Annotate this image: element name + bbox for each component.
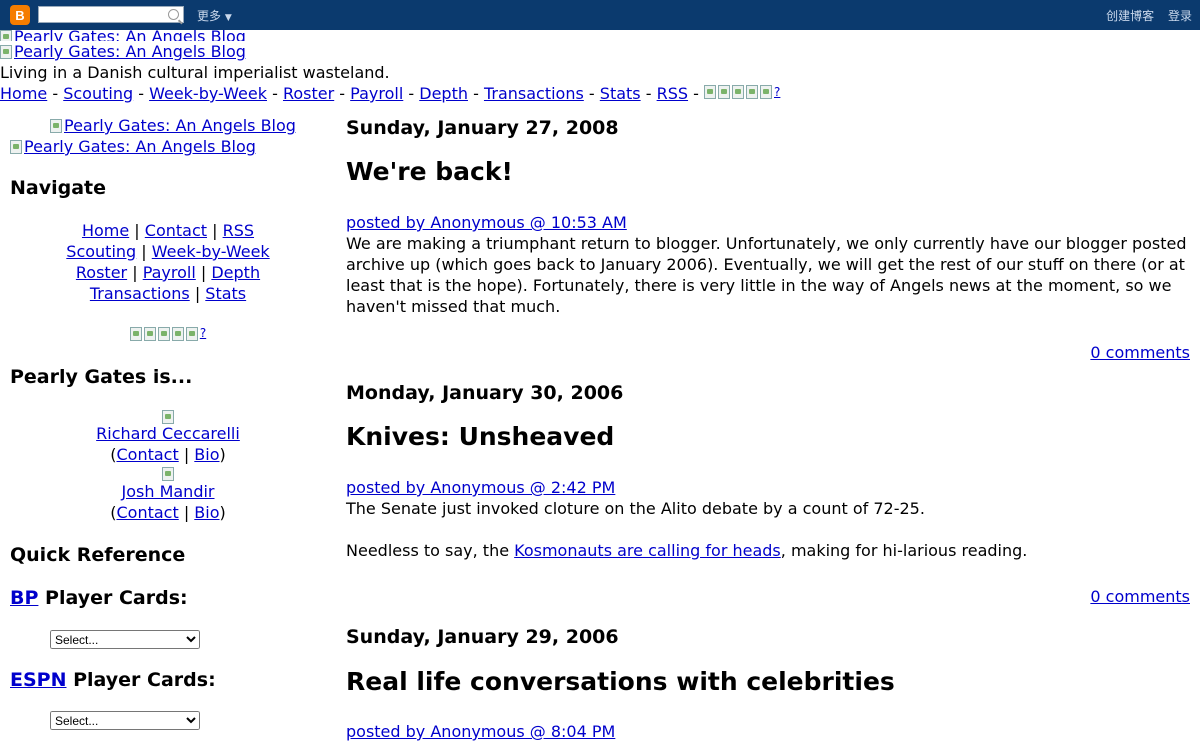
post-body: We are making a triumphant return to blo… [346, 234, 1187, 316]
login-link[interactable]: 登录 [1168, 9, 1192, 23]
navbar-right: 创建博客 登录 [1096, 7, 1192, 24]
blog-header: Pearly Gates: An Angels Blog Pearly Gate… [0, 30, 390, 83]
feed-button-icon[interactable] [732, 85, 745, 99]
post-body-container: posted by Anonymous @ 10:53 AM We are ma… [346, 212, 1190, 317]
post-date: Monday, January 30, 2006 [346, 382, 624, 404]
sidebar-transactions[interactable]: Transactions [90, 284, 190, 303]
topnav-transactions[interactable]: Transactions [484, 84, 584, 103]
more-menu[interactable]: 更多 ▼ [197, 7, 232, 24]
author-list: Richard Ceccarelli (Contact | Bio) Josh … [10, 408, 326, 523]
navigate-heading: Navigate [10, 177, 107, 199]
bp-link[interactable]: BP [10, 587, 38, 609]
sidebar-payroll[interactable]: Payroll [143, 263, 196, 282]
author-name-link[interactable]: Richard Ceccarelli [96, 424, 240, 443]
header-image-link-2[interactable]: Pearly Gates: An Angels Blog [0, 41, 246, 62]
blog-tagline: Living in a Danish cultural imperialist … [0, 63, 390, 82]
post-title: Knives: Unsheaved [346, 422, 615, 451]
post-date: Sunday, January 29, 2006 [346, 626, 619, 648]
top-navigation: Home - Scouting - Week-by-Week - Roster … [0, 84, 781, 103]
post-byline-link[interactable]: posted by Anonymous @ 2:42 PM [346, 478, 615, 497]
chevron-down-icon: ▼ [224, 13, 232, 23]
feed-button-icon[interactable] [143, 326, 156, 341]
sidebar-contact[interactable]: Contact [145, 221, 207, 240]
blogger-navbar: B 更多 ▼ 创建博客 登录 [0, 0, 1200, 30]
broken-image-icon [10, 140, 22, 154]
post-title: Real life conversations with celebrities [346, 667, 895, 696]
sidebar-week-by-week[interactable]: Week-by-Week [152, 242, 270, 261]
topnav-roster[interactable]: Roster [283, 84, 334, 103]
feed-button-icon[interactable] [760, 85, 773, 99]
feed-help-link[interactable]: ? [774, 85, 780, 99]
feed-button-icon[interactable] [171, 326, 184, 341]
author-name-link[interactable]: Josh Mandir [122, 482, 215, 501]
post-body: The Senate just invoked cloture on the A… [346, 499, 925, 518]
author-bio-link[interactable]: Bio [194, 503, 219, 522]
sidebar-home[interactable]: Home [82, 221, 129, 240]
topnav-stats[interactable]: Stats [600, 84, 641, 103]
bp-player-select[interactable]: Select... [50, 630, 200, 649]
comments-link[interactable]: 0 comments [1090, 343, 1190, 362]
feed-help-link[interactable]: ? [200, 323, 206, 344]
post-byline-link[interactable]: posted by Anonymous @ 10:53 AM [346, 213, 627, 232]
sidebar-scouting[interactable]: Scouting [66, 242, 136, 261]
post-comments: 0 comments [1090, 586, 1190, 607]
post-body-container: posted by Anonymous @ 2:42 PM The Senate… [346, 477, 1190, 561]
topnav-rss[interactable]: RSS [657, 84, 688, 103]
broken-image-icon [0, 45, 12, 59]
sidebar-roster[interactable]: Roster [76, 263, 127, 282]
search-icon[interactable] [168, 9, 179, 20]
broken-image-icon [0, 30, 12, 41]
topnav-week-by-week[interactable]: Week-by-Week [149, 84, 267, 103]
sidebar-logo-link-2[interactable]: Pearly Gates: An Angels Blog [10, 137, 256, 156]
feed-button-icon[interactable] [157, 326, 170, 341]
broken-image-icon [50, 119, 62, 133]
blogger-logo-icon[interactable]: B [10, 5, 30, 25]
sidebar-depth[interactable]: Depth [211, 263, 260, 282]
espn-player-cards-heading: ESPN Player Cards: [10, 669, 216, 691]
post-date: Sunday, January 27, 2008 [346, 117, 619, 139]
feed-button-icon[interactable] [185, 326, 198, 341]
topnav-scouting[interactable]: Scouting [63, 84, 133, 103]
comments-link[interactable]: 0 comments [1090, 587, 1190, 606]
author-photo-icon [162, 466, 174, 481]
feed-button-icon[interactable] [718, 85, 731, 99]
post-body: Needless to say, the Kosmonauts are call… [346, 541, 1028, 560]
feed-button-icon[interactable] [746, 85, 759, 99]
feed-button-icon[interactable] [129, 326, 142, 341]
kosmonauts-link[interactable]: Kosmonauts are calling for heads [514, 541, 781, 560]
sidebar-nav-links: Home | Contact | RSS Scouting | Week-by-… [66, 221, 270, 303]
topnav-home[interactable]: Home [0, 84, 47, 103]
pearly-gates-is-heading: Pearly Gates is... [10, 366, 193, 388]
post-comments: 0 comments [1090, 342, 1190, 363]
post-byline-link[interactable]: posted by Anonymous @ 8:04 PM [346, 722, 615, 741]
topnav-payroll[interactable]: Payroll [350, 84, 403, 103]
feed-buttons: ? [704, 85, 780, 99]
topnav-depth[interactable]: Depth [419, 84, 468, 103]
espn-player-select[interactable]: Select... [50, 711, 200, 730]
navbar-search-input[interactable] [38, 6, 184, 23]
author-bio-link[interactable]: Bio [194, 445, 219, 464]
bp-player-cards-heading: BP Player Cards: [10, 587, 188, 609]
quick-reference-heading: Quick Reference [10, 544, 186, 566]
sidebar-rss[interactable]: RSS [223, 221, 254, 240]
author-contact-link[interactable]: Contact [116, 445, 178, 464]
post-title: We're back! [346, 157, 513, 186]
sidebar-stats[interactable]: Stats [205, 284, 246, 303]
author-contact-link[interactable]: Contact [116, 503, 178, 522]
header-image-link-1[interactable]: Pearly Gates: An Angels Blog [0, 30, 246, 41]
post-body-container: posted by Anonymous @ 8:04 PM [346, 721, 615, 742]
feed-button-icon[interactable] [704, 85, 717, 99]
espn-link[interactable]: ESPN [10, 669, 67, 691]
create-blog-link[interactable]: 创建博客 [1106, 9, 1154, 23]
author-photo-icon [162, 409, 174, 424]
sidebar-logo-link-1[interactable]: Pearly Gates: An Angels Blog [50, 116, 296, 135]
sidebar-feed-buttons: ? [10, 323, 326, 346]
